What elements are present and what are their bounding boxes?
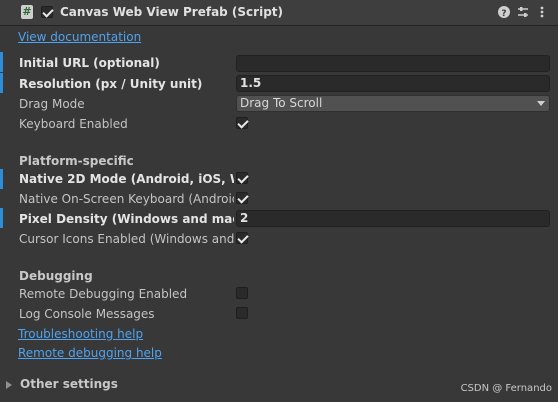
override-marker	[0, 169, 3, 189]
svg-text:?: ?	[501, 9, 506, 19]
override-marker	[0, 73, 3, 93]
foldout-arrow-icon	[6, 381, 12, 389]
native-keyboard-checkbox[interactable]	[236, 192, 248, 204]
component-enabled-checkbox[interactable]	[41, 6, 53, 18]
pixel-density-input[interactable]: 2	[236, 210, 550, 227]
remote-debugging-help-link[interactable]: Remote debugging help	[18, 346, 162, 360]
log-console-label: Log Console Messages	[19, 307, 155, 321]
chevron-down-icon	[537, 101, 545, 106]
remote-debugging-checkbox[interactable]	[236, 287, 248, 299]
pixel-density-label: Pixel Density (Windows and macOS c	[19, 212, 234, 226]
initial-url-label: Initial URL (optional)	[19, 56, 160, 70]
watermark: CSDN @ Fernando	[460, 383, 552, 394]
other-settings-label: Other settings	[20, 377, 118, 391]
kebab-menu-icon[interactable]	[535, 4, 549, 20]
help-icon[interactable]: ?	[497, 4, 511, 20]
preset-icon[interactable]	[516, 4, 530, 20]
native-2d-mode-checkbox[interactable]	[236, 172, 248, 184]
component-title: Canvas Web View Prefab (Script)	[60, 5, 284, 19]
native-keyboard-label: Native On-Screen Keyboard (Android a	[19, 192, 234, 206]
drag-mode-value: Drag To Scroll	[240, 96, 323, 110]
keyboard-enabled-checkbox[interactable]	[236, 117, 248, 129]
override-marker	[0, 208, 3, 228]
drag-mode-dropdown[interactable]: Drag To Scroll	[236, 95, 550, 112]
troubleshooting-help-link[interactable]: Troubleshooting help	[18, 327, 143, 341]
log-console-checkbox[interactable]	[236, 307, 248, 319]
resolution-input[interactable]: 1.5	[236, 75, 550, 92]
resolution-label: Resolution (px / Unity unit)	[19, 77, 203, 91]
cursor-icons-checkbox[interactable]	[236, 232, 248, 244]
override-marker	[0, 52, 3, 72]
platform-specific-heading: Platform-specific	[19, 154, 134, 168]
native-2d-mode-label: Native 2D Mode (Android, iOS, WebG	[19, 172, 234, 186]
view-documentation-link[interactable]: View documentation	[18, 30, 141, 44]
initial-url-input[interactable]	[236, 55, 550, 72]
component-header[interactable]: # Canvas Web View Prefab (Script) ?	[0, 0, 558, 26]
cursor-icons-label: Cursor Icons Enabled (Windows and ma	[19, 232, 234, 246]
other-settings-foldout[interactable]: Other settings CSDN @ Fernando	[0, 374, 558, 402]
keyboard-enabled-label: Keyboard Enabled	[19, 117, 128, 131]
drag-mode-label: Drag Mode	[19, 97, 85, 111]
debugging-heading: Debugging	[19, 269, 93, 283]
script-icon: #	[21, 5, 33, 19]
remote-debugging-label: Remote Debugging Enabled	[19, 287, 188, 301]
